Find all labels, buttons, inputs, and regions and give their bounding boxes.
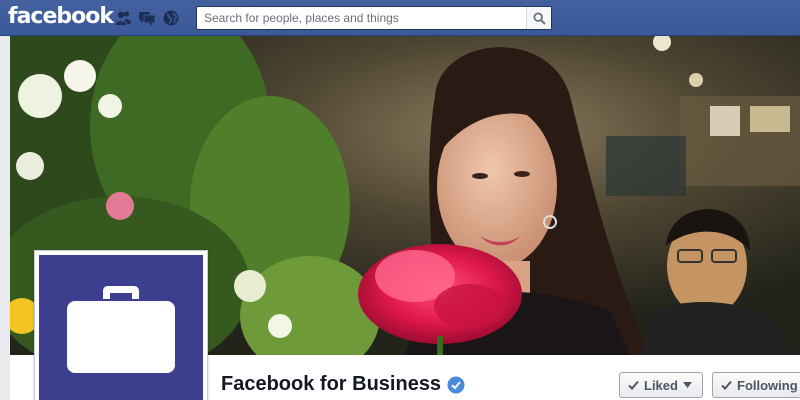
verified-badge-icon	[447, 376, 465, 393]
checkmark-icon	[721, 380, 732, 390]
following-label: Following	[737, 377, 798, 393]
notifications-globe-icon[interactable]	[162, 9, 180, 27]
briefcase-icon	[67, 286, 175, 373]
page-title: Facebook for Business	[221, 373, 465, 396]
left-gutter	[0, 36, 10, 400]
top-nav-bar: facebook	[0, 0, 800, 36]
facebook-logo[interactable]: facebook	[8, 4, 114, 29]
search-box	[196, 6, 552, 30]
search-input[interactable]	[197, 7, 527, 29]
friend-requests-icon[interactable]	[114, 9, 132, 27]
liked-label: Liked	[644, 377, 678, 393]
liked-button[interactable]: Liked	[619, 372, 703, 398]
profile-picture[interactable]	[34, 250, 208, 400]
search-button[interactable]	[526, 7, 551, 29]
profile-picture-background	[39, 255, 203, 400]
chevron-down-icon	[682, 382, 692, 388]
search-icon	[532, 11, 546, 25]
following-button[interactable]: Following	[712, 372, 800, 398]
messages-icon[interactable]	[138, 9, 156, 27]
page-name-text: Facebook for Business	[221, 373, 442, 395]
notification-jewels	[114, 9, 180, 27]
checkmark-icon	[628, 380, 639, 390]
